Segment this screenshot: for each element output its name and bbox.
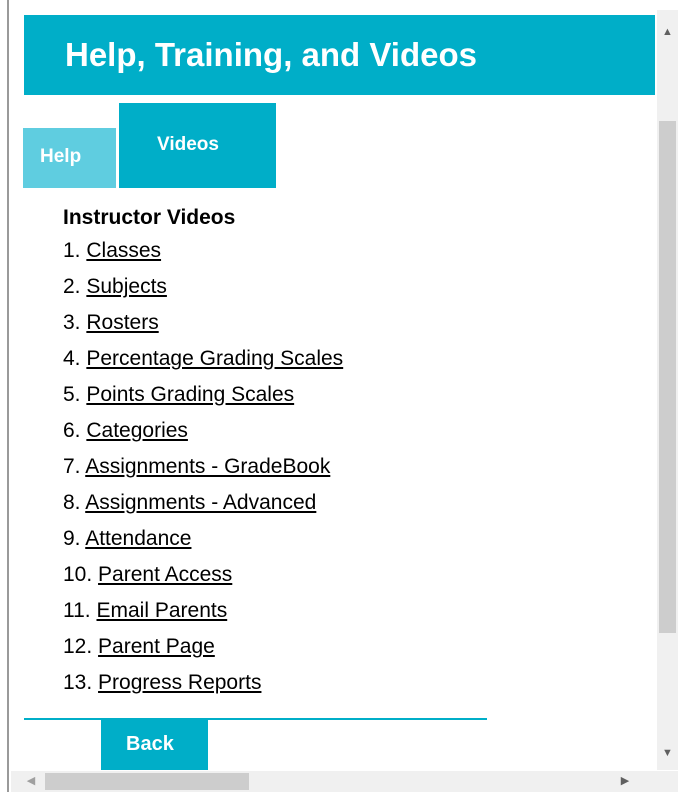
list-item: 10. Parent Access (63, 557, 603, 593)
tab-videos-label: Videos (157, 134, 219, 155)
vertical-scroll-thumb[interactable] (659, 121, 676, 633)
list-item: 4. Percentage Grading Scales (63, 341, 603, 377)
list-item-number: 9. (63, 527, 81, 550)
list-item-number: 8. (63, 491, 81, 514)
vertical-scrollbar[interactable]: ▲ ▼ (657, 10, 678, 770)
video-link-parent-access[interactable]: Parent Access (98, 563, 232, 586)
videos-content: Instructor Videos 1. Classes 2. Subjects… (63, 203, 603, 701)
video-link-assignments-advanced[interactable]: Assignments - Advanced (85, 491, 316, 514)
list-item-number: 2. (63, 275, 81, 298)
list-item: 2. Subjects (63, 269, 603, 305)
tab-videos[interactable]: Videos (119, 103, 276, 188)
video-link-percentage-grading-scales[interactable]: Percentage Grading Scales (86, 347, 343, 370)
scroll-right-icon[interactable]: ▶ (615, 771, 635, 792)
footer-divider (24, 718, 487, 720)
video-link-rosters[interactable]: Rosters (86, 311, 158, 334)
bottom-strip (0, 792, 678, 799)
list-item-number: 4. (63, 347, 81, 370)
video-link-categories[interactable]: Categories (86, 419, 188, 442)
list-item: 11. Email Parents (63, 593, 603, 629)
back-button[interactable]: Back (101, 720, 208, 770)
video-list: 1. Classes 2. Subjects 3. Rosters 4. Per… (63, 233, 603, 701)
page-frame: Help, Training, and Videos Help Videos I… (0, 0, 678, 799)
list-item-number: 7. (63, 455, 81, 478)
list-item-number: 13. (63, 671, 93, 694)
list-item: 1. Classes (63, 233, 603, 269)
list-item-number: 1. (63, 239, 81, 262)
tab-help[interactable]: Help (23, 128, 116, 188)
list-item-number: 3. (63, 311, 81, 334)
list-item: 5. Points Grading Scales (63, 377, 603, 413)
list-item: 6. Categories (63, 413, 603, 449)
list-item-number: 12. (63, 635, 93, 658)
page-title: Help, Training, and Videos (65, 36, 477, 73)
list-item: 8. Assignments - Advanced (63, 485, 603, 521)
section-heading: Instructor Videos (63, 206, 236, 229)
horizontal-scroll-thumb[interactable] (45, 773, 249, 790)
left-border (0, 0, 9, 799)
video-link-assignments-gradebook[interactable]: Assignments - GradeBook (85, 455, 330, 478)
back-button-label: Back (126, 733, 174, 755)
video-link-classes[interactable]: Classes (86, 239, 161, 262)
list-item: 7. Assignments - GradeBook (63, 449, 603, 485)
list-item-number: 5. (63, 383, 81, 406)
video-link-attendance[interactable]: Attendance (85, 527, 191, 550)
list-item: 12. Parent Page (63, 629, 603, 665)
scroll-up-icon[interactable]: ▲ (657, 22, 678, 42)
top-border (0, 0, 678, 6)
list-item-number: 11. (63, 599, 91, 622)
list-item-number: 10. (63, 563, 93, 586)
list-item: 9. Attendance (63, 521, 603, 557)
horizontal-scrollbar[interactable]: ◀ ▶ (11, 771, 657, 792)
video-link-parent-page[interactable]: Parent Page (98, 635, 215, 658)
scroll-down-icon[interactable]: ▼ (657, 743, 678, 763)
list-item: 13. Progress Reports (63, 665, 603, 701)
list-item-number: 6. (63, 419, 81, 442)
video-link-email-parents[interactable]: Email Parents (96, 599, 227, 622)
video-link-progress-reports[interactable]: Progress Reports (98, 671, 261, 694)
tab-help-label: Help (40, 146, 82, 167)
video-link-subjects[interactable]: Subjects (86, 275, 167, 298)
video-link-points-grading-scales[interactable]: Points Grading Scales (86, 383, 294, 406)
page-header: Help, Training, and Videos (24, 15, 655, 95)
scrollbar-corner (657, 771, 678, 792)
scroll-left-icon[interactable]: ◀ (21, 771, 41, 792)
list-item: 3. Rosters (63, 305, 603, 341)
